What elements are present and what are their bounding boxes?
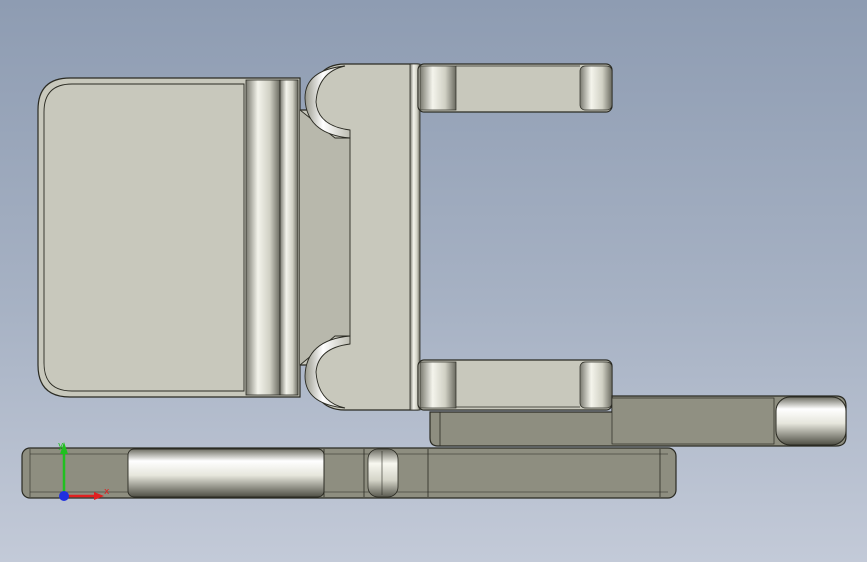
bottom-side-view-part[interactable]: [21, 447, 677, 499]
lower-arm[interactable]: [417, 359, 613, 411]
hinge-barrel[interactable]: [127, 448, 325, 498]
bracket-inner-channel: [299, 109, 351, 366]
z-axis-dot: [59, 491, 69, 501]
hinge-groove[interactable]: [367, 448, 399, 498]
coordinate-triad: y x: [58, 441, 110, 501]
y-axis-label: y: [58, 441, 64, 451]
pivot-cylinder[interactable]: [775, 396, 847, 446]
top-view-part[interactable]: [37, 63, 613, 411]
graphics-viewport[interactable]: y x: [0, 0, 867, 562]
plate-hinge-strip: [279, 79, 299, 396]
plate-rib: [245, 79, 281, 396]
x-axis-arrowhead: [94, 492, 104, 500]
x-axis-label: x: [104, 487, 110, 497]
cad-model-scene[interactable]: [0, 0, 867, 562]
upper-arm[interactable]: [417, 63, 613, 113]
bracket-edge: [409, 63, 421, 411]
